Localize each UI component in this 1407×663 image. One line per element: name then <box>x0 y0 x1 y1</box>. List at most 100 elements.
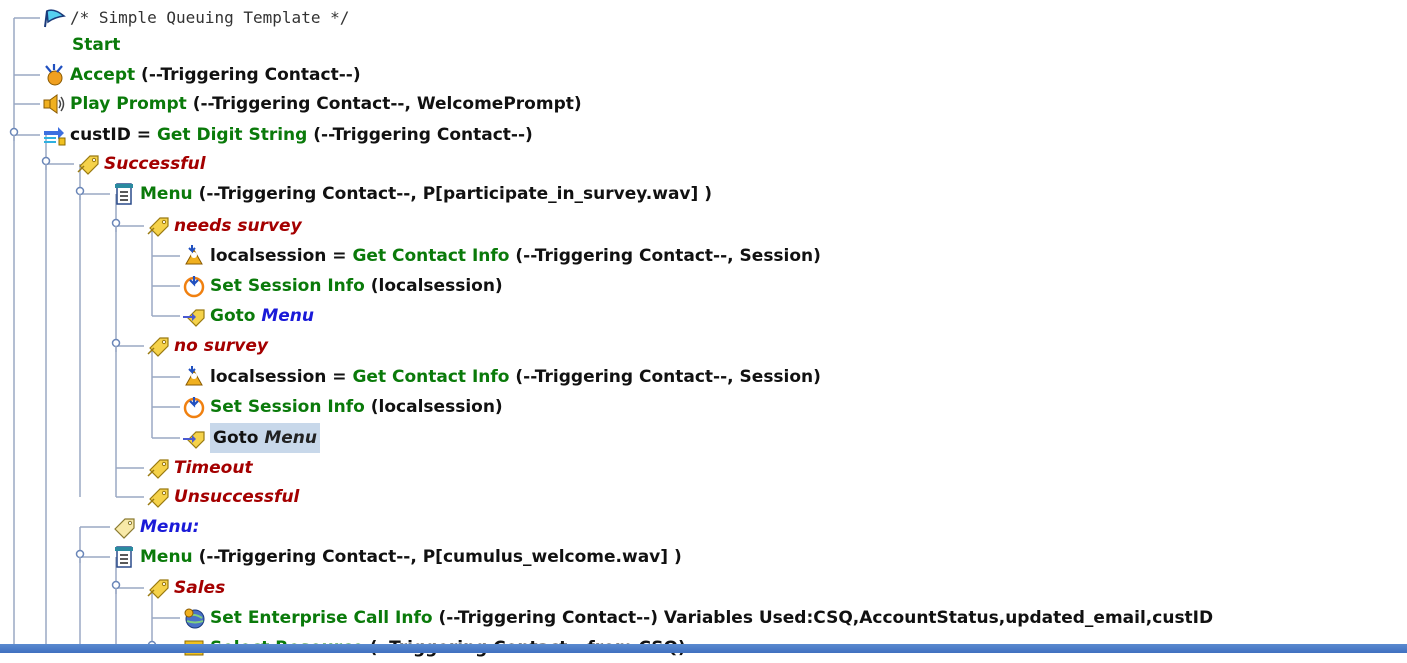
node-text-part: Goto <box>210 306 262 326</box>
tree-node-text: Unsuccessful <box>174 482 299 512</box>
tree-node-text: Set Session Info (localsession) <box>210 392 503 422</box>
node-text-part: (localsession) <box>364 397 503 417</box>
node-text-part: (localsession) <box>364 276 503 296</box>
node-text-part: Get Digit String <box>156 125 308 145</box>
node-text-part: (--Triggering Contact--, WelcomePrompt) <box>186 94 582 114</box>
node-text-part: Unsuccessful <box>174 487 300 507</box>
tree-node[interactable]: localsession = Get Contact Info (--Trigg… <box>182 241 821 271</box>
node-text-part: Get Contact Info <box>352 246 510 266</box>
tree-node[interactable]: Menu: <box>112 512 199 542</box>
node-text-part: Goto <box>213 428 265 448</box>
tree-node-text: Successful <box>104 149 206 179</box>
node-text-part: (--Triggering Contact--, P[participate_i… <box>192 184 712 204</box>
tree-node[interactable]: Sales <box>146 573 225 603</box>
node-text-part: Menu <box>261 306 315 326</box>
tree-node[interactable]: Start <box>72 30 120 60</box>
tree-node[interactable]: Successful <box>76 149 206 179</box>
tree-node-text: Menu: <box>140 512 199 542</box>
tree-node-text: localsession = Get Contact Info (--Trigg… <box>210 241 821 271</box>
enterprise-icon <box>182 606 206 630</box>
node-text-part: needs survey <box>174 216 302 236</box>
tree-node[interactable]: Unsuccessful <box>146 482 299 512</box>
session-icon <box>182 274 206 298</box>
node-text-part: Start <box>72 35 121 55</box>
branch-tag-icon <box>146 214 170 238</box>
tree-node-text: Goto Menu <box>210 423 321 453</box>
tree-node-text: Goto Menu <box>210 301 314 331</box>
expand-handle-icon <box>111 338 121 348</box>
tree-node-text: no survey <box>174 331 268 361</box>
tree-node-text: localsession = Get Contact Info (--Trigg… <box>210 362 821 392</box>
tree-node-text: Accept (--Triggering Contact--) <box>70 60 361 90</box>
tree-node[interactable]: Play Prompt (--Triggering Contact--, Wel… <box>42 89 582 119</box>
node-text-part: Play Prompt <box>70 94 187 114</box>
node-text-part: custID = <box>70 125 157 145</box>
node-text-part: /* Simple Queuing Template */ <box>70 8 350 27</box>
menu-icon <box>112 545 136 569</box>
label-tag-icon <box>112 515 136 539</box>
expand-handle-icon <box>111 580 121 590</box>
tree-node-text: Play Prompt (--Triggering Contact--, Wel… <box>70 89 582 119</box>
tree-node[interactable]: Goto Menu <box>182 301 314 331</box>
tree-node-text: Set Enterprise Call Info (--Triggering C… <box>210 603 1213 633</box>
tree-node-text: Start <box>72 30 120 60</box>
node-text-part: (--Triggering Contact--, Session) <box>509 246 821 266</box>
node-text-part: Sales <box>174 578 226 598</box>
speaker-icon <box>42 92 66 116</box>
expand-handle-icon <box>41 156 51 166</box>
tree-node[interactable]: custID = Get Digit String (--Triggering … <box>42 120 533 150</box>
node-text-part: (--Triggering Contact--, P[cumulus_welco… <box>192 547 682 567</box>
tree-node[interactable]: Goto Menu <box>182 423 321 453</box>
branch-tag-icon <box>146 334 170 358</box>
node-text-part: (--Triggering Contact--) <box>307 125 533 145</box>
node-text-part: Accept <box>70 65 136 85</box>
tree-node[interactable]: /* Simple Queuing Template */ <box>42 3 349 33</box>
tree-node-text: Sales <box>174 573 225 603</box>
script-tree[interactable]: /* Simple Queuing Template */ Start Accept… <box>0 0 1407 658</box>
session-icon <box>182 395 206 419</box>
accept-icon <box>42 63 66 87</box>
tree-node-text: Menu (--Triggering Contact--, P[cumulus_… <box>140 542 682 572</box>
node-text-part: localsession = <box>210 367 353 387</box>
branch-tag-icon <box>76 152 100 176</box>
tree-node[interactable]: Set Enterprise Call Info (--Triggering C… <box>182 603 1213 633</box>
tree-node[interactable]: Set Session Info (localsession) <box>182 392 503 422</box>
digit-string-icon <box>42 123 66 147</box>
tree-node-text: Menu (--Triggering Contact--, P[particip… <box>140 179 712 209</box>
node-text-part: Get Contact Info <box>352 367 510 387</box>
menu-icon <box>112 182 136 206</box>
tree-node-text: /* Simple Queuing Template */ <box>70 3 349 33</box>
contact-info-icon <box>182 244 206 268</box>
tree-node-text: custID = Get Digit String (--Triggering … <box>70 120 533 150</box>
contact-info-icon <box>182 365 206 389</box>
tree-node-text: needs survey <box>174 211 302 241</box>
expand-handle-icon <box>111 218 121 228</box>
tree-node[interactable]: Menu (--Triggering Contact--, P[cumulus_… <box>112 542 682 572</box>
node-text-part: Menu <box>264 428 318 448</box>
node-text-part: Set Session Info <box>210 397 365 417</box>
tree-node[interactable]: localsession = Get Contact Info (--Trigg… <box>182 362 821 392</box>
tree-node[interactable]: Set Session Info (localsession) <box>182 271 503 301</box>
expand-handle-icon <box>9 127 19 137</box>
tree-node[interactable]: Menu (--Triggering Contact--, P[particip… <box>112 179 712 209</box>
branch-tag-icon <box>146 576 170 600</box>
node-text-part: Successful <box>104 154 206 174</box>
tree-node[interactable]: no survey <box>146 331 268 361</box>
node-text-part: Menu <box>140 184 193 204</box>
node-text-part: (--Triggering Contact--, Session) <box>509 367 821 387</box>
flag-icon <box>42 6 66 30</box>
tree-node[interactable]: Timeout <box>146 453 253 483</box>
goto-icon <box>182 304 206 328</box>
tree-node[interactable]: needs survey <box>146 211 302 241</box>
node-text-part: Menu <box>140 547 193 567</box>
node-text-part: Timeout <box>174 458 253 478</box>
branch-tag-icon <box>146 456 170 480</box>
expand-handle-icon <box>75 186 85 196</box>
goto-icon <box>182 426 206 450</box>
node-text-part: localsession = <box>210 246 353 266</box>
tree-node[interactable]: Accept (--Triggering Contact--) <box>42 60 361 90</box>
node-text-part: Set Enterprise Call Info <box>210 608 433 628</box>
branch-tag-icon <box>146 485 170 509</box>
node-text-part: Set Session Info <box>210 276 365 296</box>
horizontal-scrollbar[interactable] <box>0 644 1407 653</box>
